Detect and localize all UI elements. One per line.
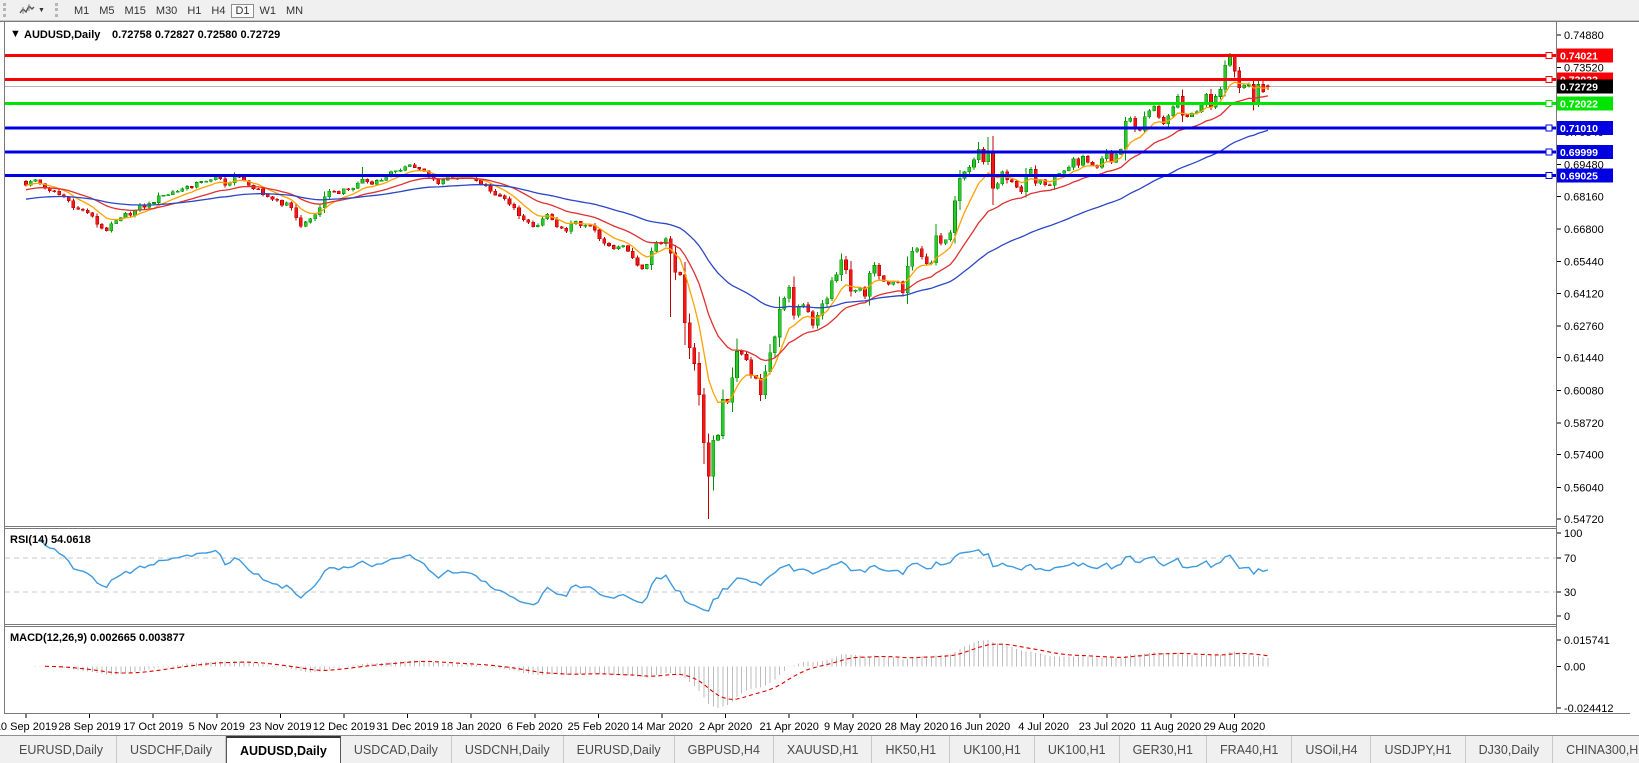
macd-axis-tick: 0.00	[1564, 662, 1585, 674]
date-tick: 6 Feb 2020	[507, 721, 563, 733]
timeframe-button-H4[interactable]: H4	[207, 4, 229, 18]
chart-line-tool-glyph	[19, 3, 35, 17]
date-tick: 25 Feb 2020	[568, 721, 630, 733]
price-level-label-0.72022-text: 0.72022	[1560, 99, 1598, 111]
price-tick: 0.68160	[1564, 191, 1604, 203]
date-tick: 29 Aug 2020	[1204, 721, 1266, 733]
date-tick: 2 Apr 2020	[699, 721, 752, 733]
timeframe-buttons: M1M5M15M30H1H4D1W1MN	[69, 1, 308, 20]
timeframe-button-H1[interactable]: H1	[183, 4, 205, 18]
price-level-label-0.74021-text: 0.74021	[1560, 51, 1598, 63]
date-tick: 21 Apr 2020	[760, 721, 819, 733]
toolbar-grip-handle[interactable]	[3, 3, 11, 17]
date-tick: 23 Nov 2019	[249, 721, 311, 733]
timeframe-toolbar: ▼ M1M5M15M30H1H4D1W1MN	[0, 0, 1639, 21]
trading-terminal: ▼ M1M5M15M30H1H4D1W1MN 10070300 0.015741…	[0, 0, 1639, 763]
date-tick: 10 Sep 2019	[0, 721, 57, 733]
date-tick: 28 May 2020	[885, 721, 949, 733]
date-tick: 31 Dec 2019	[376, 721, 438, 733]
timeframe-button-D1[interactable]: D1	[231, 4, 253, 18]
price-tick: 0.54720	[1564, 514, 1604, 526]
rsi-axis-tick: 0	[1564, 611, 1570, 623]
price-tick: 0.74880	[1564, 30, 1604, 42]
date-tick: 16 Jun 2020	[950, 721, 1011, 733]
chart-canvas[interactable]: 10070300 0.0157410.00-0.024412 0.748800.…	[0, 0, 1639, 763]
chart-symbol-title: AUDUSD,Daily	[24, 29, 101, 41]
chart-tab-USDJPY,H1[interactable]: USDJPY,H1	[1371, 736, 1465, 763]
chart-tab-USDCAD,Daily[interactable]: USDCAD,Daily	[341, 736, 452, 763]
chart-tab-USDCHF,Daily[interactable]: USDCHF,Daily	[117, 736, 226, 763]
rsi-axis-tick: 100	[1564, 528, 1582, 540]
chart-tab-FRA40,H1[interactable]: FRA40,H1	[1207, 736, 1292, 763]
timeframe-button-M5[interactable]: M5	[95, 4, 118, 18]
chart-ohlc-values: 0.72758 0.72827 0.72580 0.72729	[112, 29, 280, 41]
timeframe-button-M30[interactable]: M30	[152, 4, 181, 18]
date-tick: 12 Dec 2019	[313, 721, 375, 733]
date-tick: 4 Jul 2020	[1018, 721, 1069, 733]
chart-tab-CHINA300,H1[interactable]: CHINA300,H1	[1553, 736, 1639, 763]
chart-tab-XAUUSD,H1[interactable]: XAUUSD,H1	[774, 736, 873, 763]
chart-line-tool-icon[interactable]: ▼	[15, 1, 49, 19]
price-tick: 0.60080	[1564, 385, 1604, 397]
macd-indicator-label: MACD(12,26,9) 0.002665 0.003877	[10, 632, 185, 644]
date-tick: 11 Aug 2020	[1140, 721, 1201, 733]
collapse-caret-icon[interactable]: ▼	[10, 28, 21, 40]
chevron-down-icon[interactable]: ▼	[38, 7, 45, 14]
price-level-label-0.69999-text: 0.69999	[1560, 147, 1598, 159]
price-tick: 0.62760	[1564, 321, 1604, 333]
chart-tab-HK50,H1[interactable]: HK50,H1	[872, 736, 950, 763]
date-tick: 9 May 2020	[824, 721, 881, 733]
chart-tab-UK100,H1[interactable]: UK100,H1	[1035, 736, 1120, 763]
current-price-label-text: 0.72729	[1560, 82, 1598, 94]
chart-tab-GER30,H1[interactable]: GER30,H1	[1120, 736, 1207, 763]
chart-tab-EURUSD,Daily[interactable]: EURUSD,Daily	[6, 736, 117, 763]
price-level-label-0.71010-text: 0.71010	[1560, 123, 1598, 135]
toolbar-separator	[55, 3, 63, 17]
chart-tab-EURUSD,Daily[interactable]: EURUSD,Daily	[564, 736, 675, 763]
chart-tab-UK100,H1[interactable]: UK100,H1	[950, 736, 1035, 763]
timeframe-button-W1[interactable]: W1	[256, 4, 281, 18]
price-level-label-0.69025-text: 0.69025	[1560, 171, 1598, 183]
date-tick: 28 Sep 2019	[58, 721, 120, 733]
date-tick: 23 Jul 2020	[1079, 721, 1136, 733]
date-tick: 17 Oct 2019	[123, 721, 183, 733]
price-tick: 0.56040	[1564, 482, 1604, 494]
chart-tab-DJ30,Daily[interactable]: DJ30,Daily	[1466, 736, 1553, 763]
timeframe-button-M15[interactable]: M15	[121, 4, 150, 18]
rsi-indicator-label: RSI(14) 54.0618	[10, 534, 91, 546]
date-tick: 14 Mar 2020	[631, 721, 693, 733]
rsi-axis-tick: 30	[1564, 587, 1576, 599]
chart-tab-AUDUSD,Daily-active[interactable]: AUDUSD,Daily	[226, 736, 341, 763]
price-tick: 0.61440	[1564, 353, 1604, 365]
date-tick: 18 Jan 2020	[441, 721, 502, 733]
chart-tab-GBPUSD,H4[interactable]: GBPUSD,H4	[675, 736, 774, 763]
price-tick: 0.57400	[1564, 450, 1604, 462]
rsi-axis-tick: 70	[1564, 553, 1576, 565]
date-tick: 5 Nov 2019	[189, 721, 245, 733]
timeframe-button-MN[interactable]: MN	[282, 4, 307, 18]
macd-axis-tick: 0.015741	[1564, 635, 1610, 647]
chart-tab-bar: EURUSD,DailyUSDCHF,DailyAUDUSD,DailyUSDC…	[0, 735, 1639, 763]
chart-tab-USOil,H4[interactable]: USOil,H4	[1292, 736, 1371, 763]
price-tick: 0.65440	[1564, 257, 1604, 269]
price-tick: 0.58720	[1564, 418, 1604, 430]
chart-tabs: EURUSD,DailyUSDCHF,DailyAUDUSD,DailyUSDC…	[0, 736, 1639, 763]
price-tick: 0.66800	[1564, 224, 1604, 236]
timeframe-button-M1[interactable]: M1	[70, 4, 93, 18]
price-tick: 0.64120	[1564, 288, 1604, 300]
chart-tab-USDCNH,Daily[interactable]: USDCNH,Daily	[452, 736, 564, 763]
